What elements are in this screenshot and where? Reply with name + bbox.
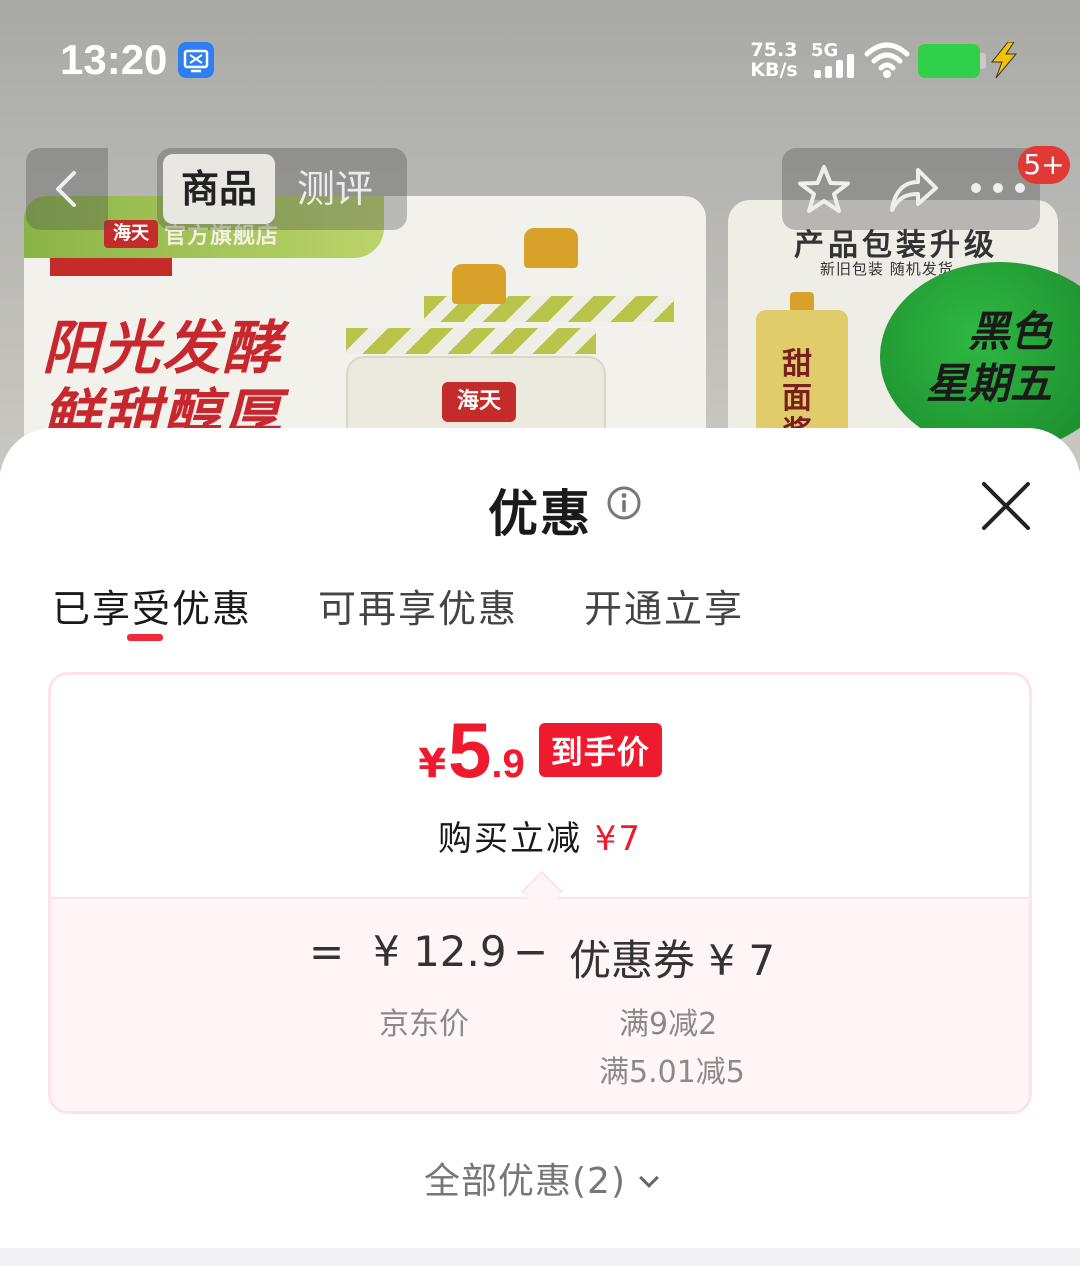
final-price-tag: 到手价 [538,723,662,777]
final-price-row: ¥ 5 .9 到手价 [51,705,1029,796]
page-tabbar: 商品 测评 [157,148,407,230]
black-friday-text: 黑色 星期五 [912,306,1052,410]
signal-icon [814,54,854,78]
currency-symbol: ¥ [418,741,447,787]
coupon-rule: 满9减2 [619,1007,718,1042]
battery-icon [918,44,980,78]
screencast-icon [178,42,214,78]
more-icon[interactable] [968,178,1028,198]
charging-icon [990,42,1018,78]
star-icon[interactable] [796,162,852,218]
network-speed: 75.3 KB/s [750,40,798,80]
minus-sign: − [513,927,549,976]
chevron-down-icon [639,1168,659,1188]
equals-sign: = [309,927,345,976]
slogan-line-1: 阳光发酵 [42,314,283,382]
coupon-amount: 优惠券 ¥ 7 [569,936,776,985]
tab-more-discounts[interactable]: 可再享优惠 [318,578,518,633]
status-time: 13:20 [60,36,168,83]
price-breakdown-card: ¥ 5 .9 到手价 购买立减 ¥7 = ¥ 12.9 − 优惠券 ¥ 7 京东… [48,672,1032,1114]
info-icon[interactable] [606,485,642,521]
network-speed-unit: KB/s [750,59,798,81]
chevron-left-icon [56,171,76,207]
jd-price-label: 京东价 [379,1007,469,1042]
tab-review[interactable]: 测评 [297,154,373,224]
tab-activate-discounts[interactable]: 开通立享 [584,578,744,633]
purchase-discount-amount: ¥7 [594,819,643,859]
product-page-background: 海天 官方旗舰店 阳光发酵 鲜甜醇厚 海天 产品包装升级 新旧包装 随机发货 甜… [0,0,1080,470]
message-count-badge: 5+ [1018,146,1070,184]
active-tab-indicator [127,634,163,641]
all-discounts-label: 全部优惠(2) [424,1161,626,1202]
purchase-discount-label: 购买立减 [437,819,582,859]
final-price-integer: 5 [448,706,492,794]
tab-enjoyed-discounts[interactable]: 已享受优惠 [52,578,252,633]
close-icon[interactable] [978,478,1034,534]
price-formula-section: = ¥ 12.9 − 优惠券 ¥ 7 京东价 满9减2 满5.01减5 [51,897,1029,1111]
network-speed-value: 75.3 [750,39,798,61]
discount-tabs: 已享受优惠 可再享优惠 开通立享 [0,568,1080,648]
black-friday-line-1: 黑色 [967,307,1052,356]
black-friday-line-2: 星期五 [925,359,1052,408]
back-button[interactable] [26,148,108,230]
discount-bottom-sheet: 优惠 已享受优惠 可再享优惠 开通立享 ¥ 5 .9 到手价 购买立减 ¥7 =… [0,428,1080,1266]
bottle-logo: 海天 [442,382,516,422]
share-icon[interactable] [886,162,942,218]
final-price-decimal: .9 [491,742,525,786]
jd-price: ¥ 12.9 [373,927,507,976]
promo-subtitle: 新旧包装 随机发货 [820,260,954,278]
action-bar [782,148,1040,230]
bottle-stripe [346,328,596,354]
bottle-cap [524,228,578,268]
purchase-discount-line: 购买立减 ¥7 [51,811,1029,860]
brand-block [50,258,172,276]
store-logo: 海天 [104,220,158,248]
bottle-cap [452,264,506,304]
all-discounts-toggle[interactable]: 全部优惠(2) [0,1152,1080,1204]
battery-tip [980,53,986,69]
wifi-icon [864,42,910,78]
tab-goods[interactable]: 商品 [163,154,275,224]
sheet-title: 优惠 [488,485,592,543]
bottom-strip [0,1248,1080,1266]
final-price-section: ¥ 5 .9 到手价 购买立减 ¥7 [51,675,1029,897]
coupon-rule: 满5.01减5 [599,1055,745,1090]
